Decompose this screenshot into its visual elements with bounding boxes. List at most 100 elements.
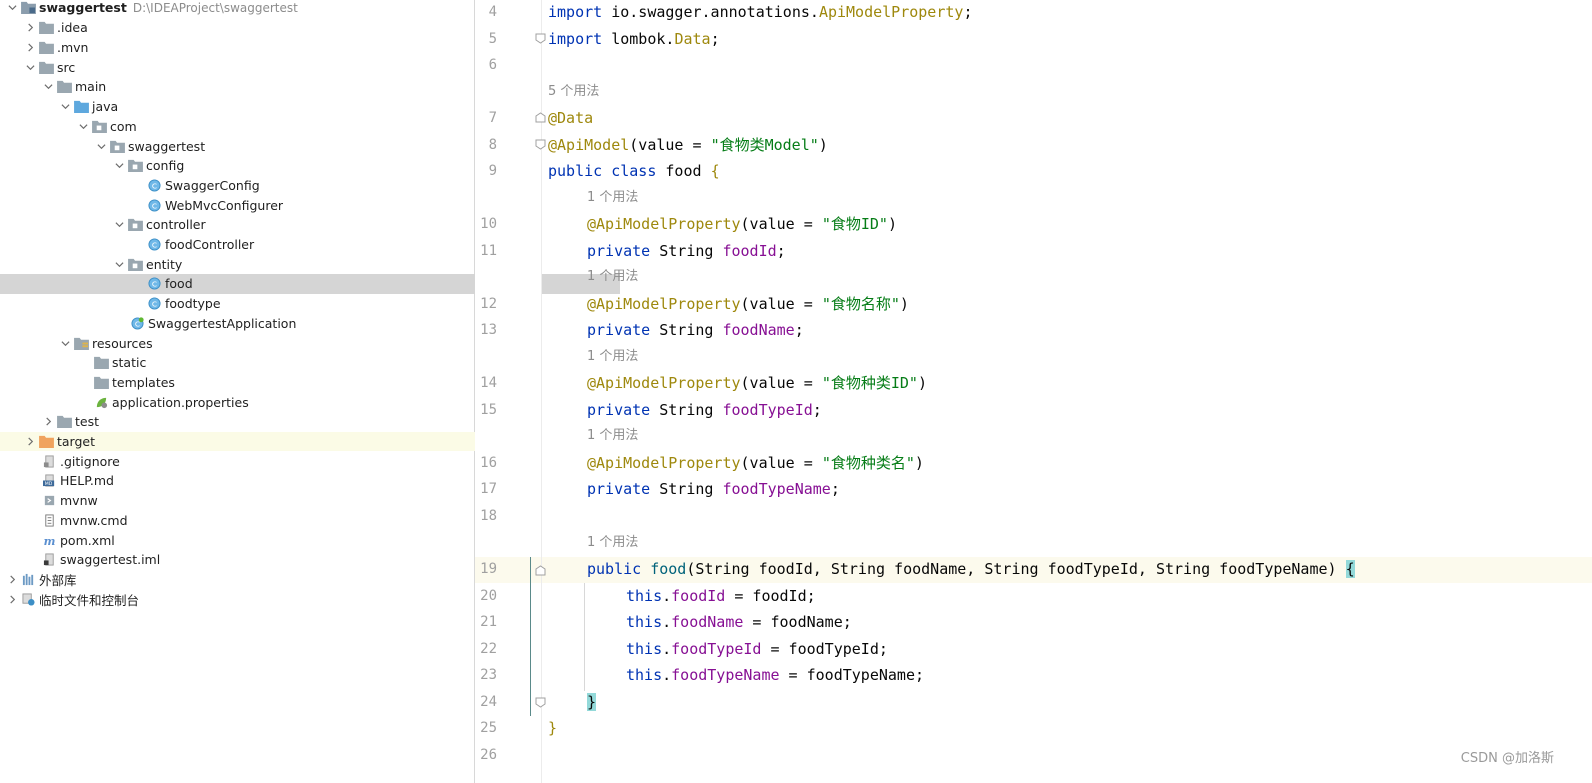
tree-item-label: swaggertest bbox=[128, 138, 206, 154]
fold-end-icon[interactable] bbox=[535, 697, 546, 708]
chevron-down-icon[interactable] bbox=[57, 334, 73, 353]
chevron-down-icon[interactable] bbox=[111, 215, 127, 234]
code-line[interactable]: } bbox=[548, 715, 557, 742]
tree-item-label: SwaggerConfig bbox=[165, 177, 260, 193]
chevron-down-icon[interactable] bbox=[93, 137, 109, 156]
code-line[interactable]: @ApiModel(value = "食物类Model") bbox=[548, 132, 828, 159]
svg-text:C: C bbox=[151, 201, 156, 210]
chevron-down-icon[interactable] bbox=[111, 156, 127, 175]
chevron-right-icon[interactable] bbox=[22, 38, 38, 57]
chevron-right-icon[interactable] bbox=[4, 590, 20, 609]
tree-item-resources[interactable]: resources bbox=[0, 333, 531, 353]
code-line[interactable]: import lombok.Data; bbox=[548, 26, 720, 53]
chevron-down-icon[interactable] bbox=[4, 0, 20, 17]
tree-item-swaggertest-iml[interactable]: swaggertest.iml bbox=[0, 550, 515, 570]
line-number: 9 bbox=[488, 163, 497, 179]
line-number: 8 bbox=[488, 136, 497, 153]
usage-hint[interactable]: 1 个用法 bbox=[587, 264, 638, 291]
tree-item-mvnw-cmd[interactable]: mvnw.cmd bbox=[0, 511, 515, 531]
tree-item-help-md[interactable]: MD HELP.md bbox=[0, 471, 515, 491]
tree-item-mvn[interactable]: .mvn bbox=[0, 38, 496, 58]
tree-item-mvnw[interactable]: mvnw bbox=[0, 491, 515, 511]
fold-end-icon[interactable] bbox=[535, 33, 546, 44]
tree-item-scratches-and-consoles[interactable]: 临时文件和控制台 bbox=[0, 589, 478, 609]
tree-item-pom-xml[interactable]: m pom.xml bbox=[0, 530, 515, 550]
library-icon bbox=[20, 571, 36, 587]
code-line[interactable]: private String foodTypeId; bbox=[587, 397, 822, 424]
line-number: 18 bbox=[480, 507, 497, 524]
code-line[interactable]: import io.swagger.annotations.ApiModelPr… bbox=[548, 0, 972, 26]
tree-item-label: main bbox=[75, 79, 107, 95]
tree-item-label: 外部库 bbox=[39, 572, 77, 588]
tree-item-label: mvnw.cmd bbox=[60, 512, 128, 528]
tree-item-label: .mvn bbox=[57, 40, 89, 56]
line-number: 10 bbox=[480, 216, 497, 232]
usage-hint[interactable]: 1 个用法 bbox=[587, 344, 638, 371]
code-editor[interactable]: 4 5 6 7 8 9 10 11 12 13 14 15 16 17 18 1… bbox=[475, 0, 1592, 783]
line-number: 19 bbox=[480, 561, 497, 577]
tree-item-label: java bbox=[92, 99, 119, 115]
tree-item-target[interactable]: target bbox=[0, 431, 496, 452]
code-line[interactable]: @ApiModelProperty(value = "食物种类ID") bbox=[587, 370, 927, 397]
code-line[interactable]: private String foodName; bbox=[587, 317, 804, 344]
vcs-change-marker[interactable] bbox=[530, 557, 531, 716]
code-line[interactable]: @ApiModelProperty(value = "食物种类名") bbox=[587, 450, 924, 477]
line-number: 12 bbox=[480, 295, 497, 312]
line-number: 21 bbox=[480, 614, 497, 630]
svg-text:m: m bbox=[43, 535, 55, 547]
svg-text:C: C bbox=[151, 299, 156, 308]
usage-hint[interactable]: 1 个用法 bbox=[587, 530, 638, 557]
code-line[interactable]: private String foodTypeName; bbox=[587, 476, 840, 503]
tree-item-idea[interactable]: .idea bbox=[0, 18, 496, 38]
tree-item-label: entity bbox=[146, 256, 183, 272]
code-line[interactable]: } bbox=[587, 689, 597, 716]
chevron-right-icon[interactable] bbox=[4, 570, 20, 589]
fold-end-icon[interactable] bbox=[535, 139, 546, 150]
line-number: 5 bbox=[488, 30, 497, 47]
tree-item-root[interactable]: swaggertest D:\IDEAProject\swaggertest bbox=[4, 0, 478, 18]
tree-item-java[interactable]: java bbox=[0, 97, 531, 117]
tree-item-com[interactable]: com bbox=[0, 117, 549, 137]
tree-item-label: foodtype bbox=[165, 296, 221, 312]
tree-item-label: src bbox=[57, 59, 76, 75]
code-line[interactable]: this.foodId = foodId; bbox=[626, 583, 816, 610]
code-line[interactable]: @ApiModelProperty(value = "食物ID") bbox=[587, 211, 897, 238]
tree-item-external-libraries[interactable]: 外部库 bbox=[0, 570, 478, 590]
tree-item-main[interactable]: main bbox=[0, 77, 514, 97]
code-line[interactable]: public food(String foodId, String foodNa… bbox=[587, 556, 1355, 583]
tree-item-label: WebMvcConfigurer bbox=[165, 197, 284, 213]
tree-item-test[interactable]: test bbox=[0, 412, 514, 432]
tree-item-label: swaggertest bbox=[39, 0, 127, 16]
code-line[interactable]: this.foodTypeId = foodTypeId; bbox=[626, 636, 888, 663]
gitignore-file-icon bbox=[41, 453, 57, 469]
tree-item-src[interactable]: src bbox=[0, 57, 496, 77]
indent-guide bbox=[584, 583, 585, 691]
line-number: 4 bbox=[488, 4, 497, 20]
usage-hint[interactable]: 1 个用法 bbox=[587, 423, 638, 450]
shell-script-icon bbox=[41, 493, 57, 509]
watermark: CSDN @加洛斯 bbox=[1460, 751, 1554, 766]
scratches-icon bbox=[20, 591, 36, 607]
tree-item-gitignore[interactable]: .gitignore bbox=[0, 451, 515, 471]
code-line[interactable]: public class food { bbox=[548, 158, 720, 185]
fold-start-icon[interactable] bbox=[535, 565, 546, 576]
code-line[interactable]: this.foodTypeName = foodTypeName; bbox=[626, 662, 924, 689]
code-line[interactable]: private String foodId; bbox=[587, 238, 786, 265]
code-line[interactable]: @Data bbox=[548, 105, 593, 132]
fold-start-icon[interactable] bbox=[535, 112, 546, 123]
usage-hint[interactable]: 5 个用法 bbox=[548, 79, 599, 106]
chevron-down-icon[interactable] bbox=[75, 117, 91, 136]
chevron-down-icon[interactable] bbox=[22, 58, 38, 77]
tree-item-label: static bbox=[112, 355, 147, 371]
line-number: 15 bbox=[480, 401, 497, 418]
code-line[interactable]: @ApiModelProperty(value = "食物名称") bbox=[587, 291, 909, 318]
chevron-down-icon[interactable] bbox=[57, 97, 73, 116]
chevron-down-icon[interactable] bbox=[111, 255, 127, 274]
chevron-right-icon[interactable] bbox=[22, 18, 38, 37]
chevron-right-icon[interactable] bbox=[40, 412, 56, 431]
chevron-down-icon[interactable] bbox=[40, 77, 56, 96]
usage-hint[interactable]: 1 个用法 bbox=[587, 185, 638, 212]
chevron-right-icon[interactable] bbox=[22, 432, 38, 451]
code-line[interactable]: this.foodName = foodName; bbox=[626, 609, 852, 636]
line-number: 11 bbox=[480, 242, 497, 259]
